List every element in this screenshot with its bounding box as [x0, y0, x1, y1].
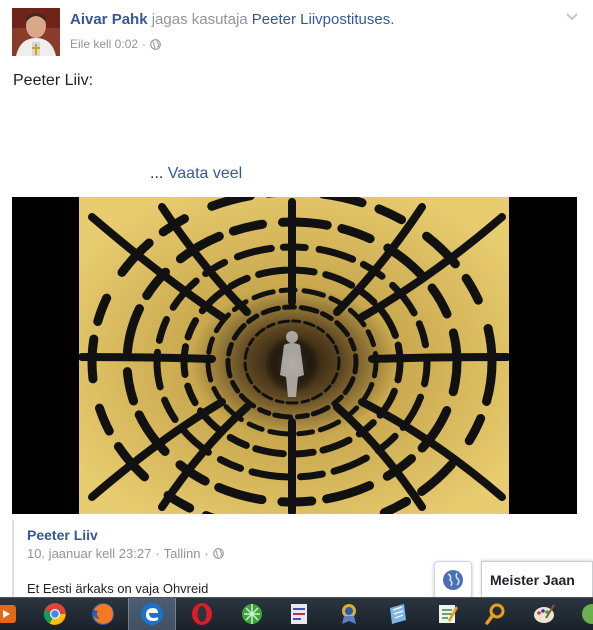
shared-from-link[interactable]: Peeter Liiv [252, 11, 323, 28]
award-icon[interactable] [337, 602, 361, 626]
chat-globe-button[interactable] [434, 561, 472, 599]
see-more-prefix: ... [150, 165, 164, 182]
shared-suffix: postituses. [322, 11, 395, 28]
globe-icon [443, 570, 463, 590]
see-more-link[interactable]: Vaata veel [168, 165, 242, 182]
media-player-icon[interactable] [0, 602, 18, 626]
see-more: ... Vaata veel [150, 165, 242, 183]
post-header: Aivar Pahk jagas kasutaja Peeter Liivpos… [70, 11, 394, 28]
shared-label: jagas kasutaja [151, 11, 248, 28]
chat-tab[interactable]: Meister Jaan [481, 561, 593, 597]
post-meta: Eile kell 0:02 · [70, 37, 161, 51]
attachment-timestamp[interactable]: 10. jaanuar kell 23:27 [27, 546, 151, 561]
attachment-text: Et Eesti ärkaks on vaja Ohvreid [27, 581, 209, 596]
public-globe-icon [150, 38, 161, 50]
chevron-down-icon[interactable] [563, 8, 581, 26]
avatar[interactable] [12, 8, 60, 56]
notes-icon[interactable] [386, 602, 410, 626]
taskbar [0, 597, 593, 630]
post-text: Peeter Liiv: [13, 72, 94, 89]
attachment-meta: 10. jaanuar kell 23:27 · Tallinn · [27, 546, 224, 561]
post-image[interactable] [12, 197, 577, 514]
author-link[interactable]: Aivar Pahk [70, 11, 148, 28]
attachment-author-link[interactable]: Peeter Liiv [27, 527, 98, 543]
chrome-icon[interactable] [43, 602, 67, 626]
post-timestamp[interactable]: Eile kell 0:02 [70, 37, 138, 51]
firefox-icon[interactable] [91, 602, 115, 626]
attachment-separator: · [155, 546, 160, 561]
attachment-location[interactable]: Tallinn [164, 546, 201, 561]
attachment-divider [12, 520, 14, 597]
search-icon[interactable] [484, 602, 508, 626]
opera-icon[interactable] [190, 602, 214, 626]
network-icon[interactable] [240, 602, 264, 626]
paint-icon[interactable] [532, 602, 556, 626]
pdf-icon[interactable] [287, 602, 311, 626]
facebook-post: Aivar Pahk jagas kasutaja Peeter Liivpos… [0, 0, 593, 597]
public-globe-icon [213, 548, 224, 559]
edge-icon[interactable] [140, 602, 164, 626]
attachment-separator-2: · [204, 546, 209, 561]
editor-icon[interactable] [436, 602, 460, 626]
app-icon[interactable] [580, 602, 593, 626]
meta-separator: · [142, 37, 147, 51]
